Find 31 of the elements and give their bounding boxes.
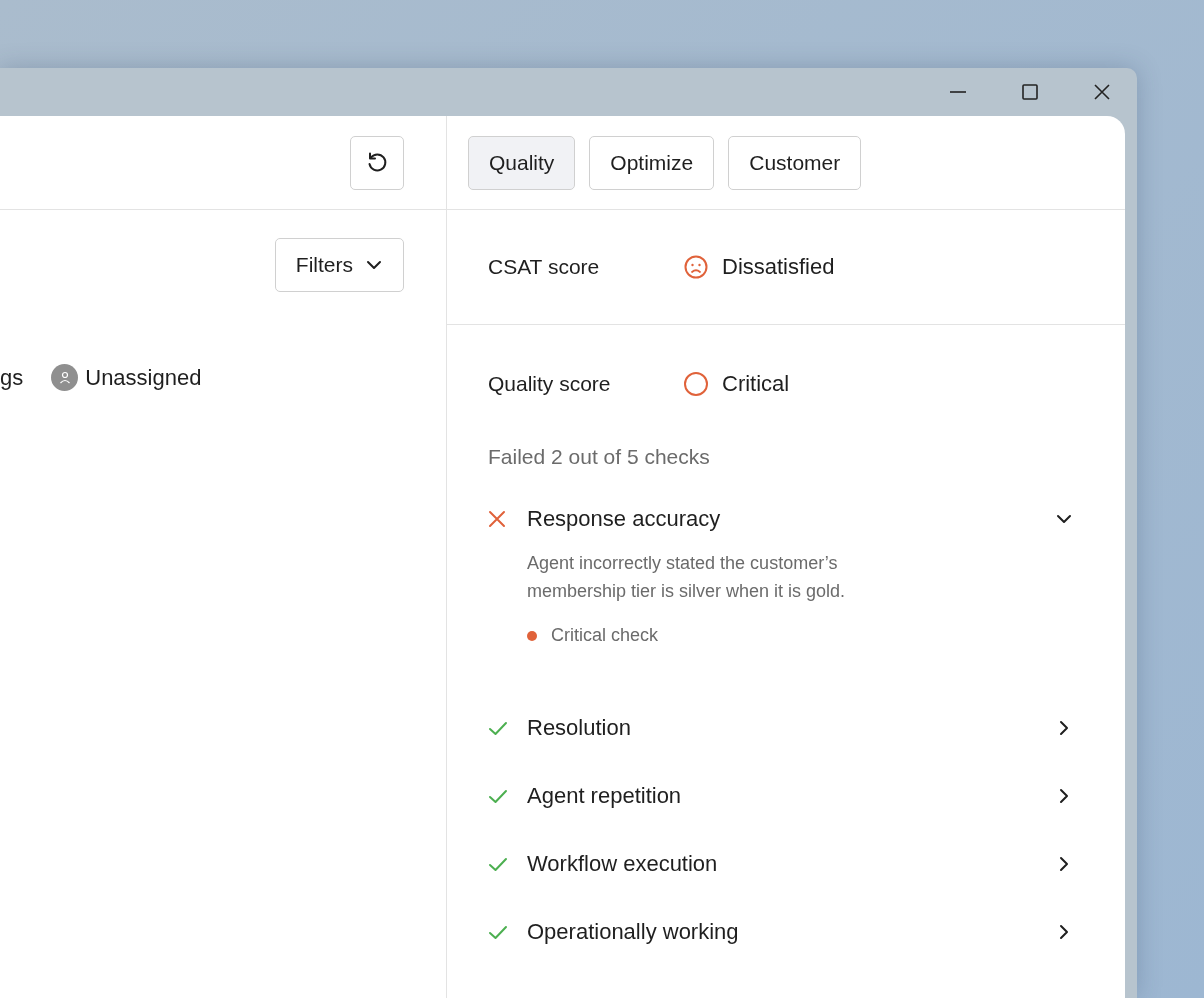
tags-label: gs [0, 364, 24, 391]
tab[interactable]: Customer [728, 135, 862, 190]
check-description: Agent incorrectly stated the customer’s membership tier is silver when it is gold. [527, 552, 847, 603]
avatar-icon [51, 364, 79, 391]
check-name: Workflow execution [527, 851, 719, 877]
check-icon [488, 923, 508, 941]
minimize-icon [949, 91, 967, 93]
check-name: Operationally working [527, 919, 740, 945]
close-icon [1093, 83, 1111, 101]
check-name: Response accuracy [527, 506, 722, 532]
check-icon [488, 855, 508, 873]
maximize-button[interactable] [1021, 83, 1039, 101]
filters-button[interactable]: Filters [274, 238, 404, 292]
checks-summary: Failed 2 out of 5 checks [488, 445, 711, 469]
tag-label: Critical check [551, 625, 659, 646]
assignee-label: Unassigned [85, 364, 202, 391]
quality-value: Critical [722, 371, 790, 397]
refresh-icon [366, 151, 388, 174]
cross-icon [488, 510, 506, 528]
tab[interactable]: Optimize [589, 135, 715, 190]
close-button[interactable] [1093, 83, 1111, 101]
csat-label: CSAT score [488, 255, 601, 279]
check-name: Resolution [527, 715, 632, 741]
maximize-icon [1021, 83, 1039, 101]
csat-value: Dissatisfied [722, 254, 835, 280]
check-icon [488, 787, 508, 805]
tab[interactable]: Quality [468, 135, 576, 190]
refresh-button[interactable] [350, 135, 404, 190]
check-name: Agent repetition [527, 783, 683, 809]
check-icon [488, 719, 508, 737]
quality-label: Quality score [488, 372, 612, 396]
